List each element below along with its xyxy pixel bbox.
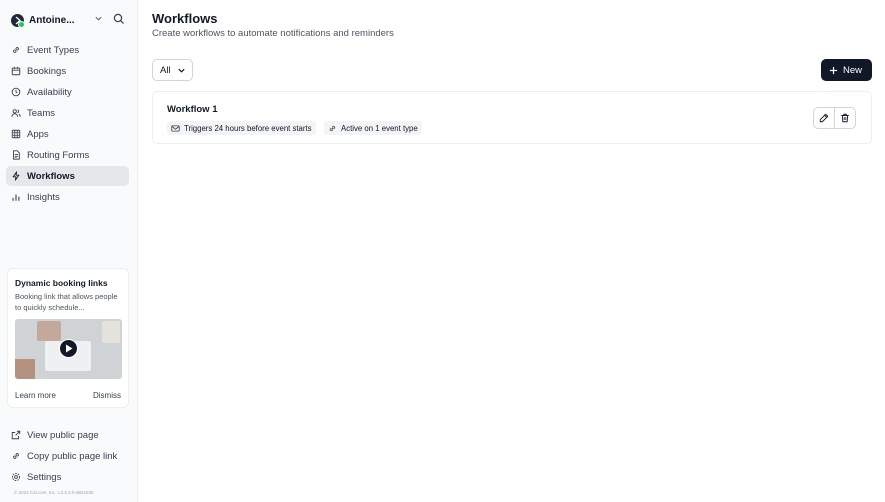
promo-description: Booking link that allows people to quick… [15,292,118,312]
nav-item-label: Apps [27,128,49,140]
nav-item-label: Settings [27,471,62,483]
user-name: Antoine... [29,14,75,26]
active-on-text: Active on 1 event type [341,123,418,133]
file-text-icon [13,150,20,160]
link-icon [13,47,19,53]
search-icon[interactable] [113,13,125,25]
chevron-down-icon [177,68,185,73]
nav-item-insights[interactable]: Insights [6,187,129,207]
play-icon[interactable] [59,339,78,358]
settings-link[interactable]: Settings [6,467,129,487]
promo-video-thumbnail[interactable] [15,319,122,379]
view-public-page-link[interactable]: View public page [6,425,129,445]
nav-item-event-types[interactable]: Event Types [6,40,129,60]
nav-item-label: Workflows [27,170,75,182]
trigger-text: Triggers 24 hours before event starts [184,123,312,133]
promo-card: Dynamic booking links Booking link that … [7,268,129,408]
nav-item-label: Insights [27,191,60,203]
nav-item-label: Bookings [27,65,67,77]
nav-item-teams[interactable]: Teams [6,103,129,123]
grid-icon [11,129,21,139]
copyright-text: © 2023 Cal.com, Inc. v.3.4.1-h-d841835 [14,490,94,495]
promo-title: Dynamic booking links [15,278,108,288]
trash-icon [841,113,849,123]
filter-dropdown[interactable]: All [152,59,193,81]
workflow-card[interactable]: Workflow 1 Triggers 24 hours before even… [152,91,872,144]
edit-workflow-button[interactable] [813,107,835,129]
calendar-icon [11,66,21,76]
main-content: Workflows Create workflows to automate n… [138,0,885,502]
active-on-badge: Active on 1 event type [324,121,422,135]
sidebar: Antoine... Event Types Bookings Availabi… [0,0,138,502]
delete-workflow-button[interactable] [834,107,856,129]
new-button-label: New [843,64,863,76]
bar-chart-icon [12,194,20,201]
gear-icon [11,472,21,482]
link-icon [329,125,336,131]
nav-item-apps[interactable]: Apps [6,124,129,144]
external-link-icon [11,430,21,440]
chevron-down-icon[interactable] [94,14,103,23]
nav-item-label: Copy public page link [27,450,118,462]
nav-item-label: Event Types [27,44,80,56]
copy-public-page-link[interactable]: Copy public page link [6,446,129,466]
dismiss-button[interactable]: Dismiss [93,391,121,400]
learn-more-link[interactable]: Learn more [15,391,56,400]
filter-label: All [160,64,171,76]
nav-item-workflows[interactable]: Workflows [6,166,129,186]
nav-item-bookings[interactable]: Bookings [6,61,129,81]
workflow-name: Workflow 1 [167,104,218,115]
user-menu[interactable]: Antoine... [11,11,131,29]
page-subtitle: Create workflows to automate notificatio… [152,28,394,39]
page-title: Workflows [152,11,218,26]
link-icon [13,453,19,459]
main-nav: Event Types Bookings Availability Teams … [6,40,129,208]
pencil-icon [819,113,829,123]
nav-item-availability[interactable]: Availability [6,82,129,102]
nav-item-label: View public page [27,429,99,441]
users-icon [11,109,21,117]
bottom-nav: View public page Copy public page link S… [6,425,129,488]
nav-item-label: Availability [27,86,72,98]
zap-icon [12,171,20,181]
user-avatar [11,13,25,28]
nav-item-label: Teams [27,107,55,119]
plus-icon [829,66,838,74]
clock-icon [11,87,21,97]
trigger-badge: Triggers 24 hours before event starts [167,121,316,135]
nav-item-label: Routing Forms [27,149,90,161]
mail-icon [171,124,180,132]
nav-item-routing-forms[interactable]: Routing Forms [6,145,129,165]
new-workflow-button[interactable]: New [821,59,872,81]
